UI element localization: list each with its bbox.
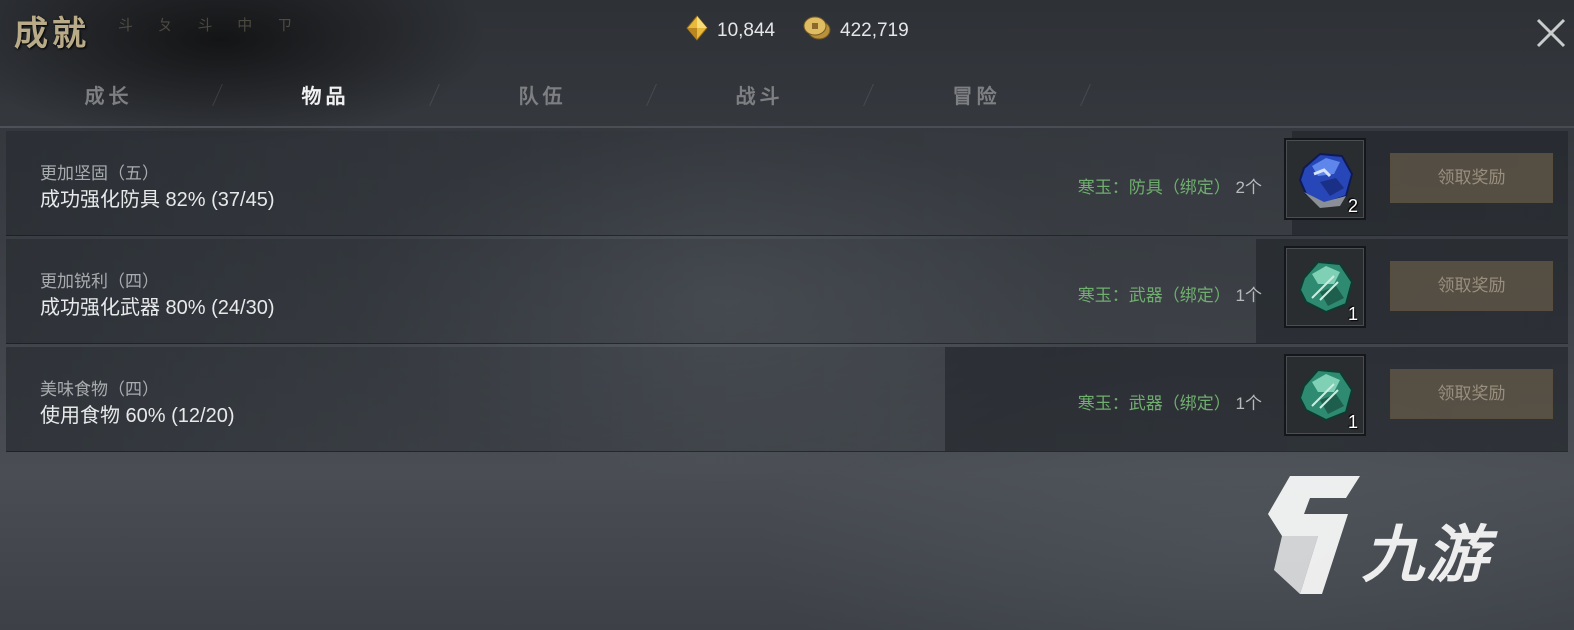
- reward-count: 1个: [1235, 394, 1262, 413]
- reward-label: 寒玉：防具（绑定） 2个: [1078, 173, 1262, 198]
- page-title: 成就: [14, 14, 90, 54]
- claim-reward-button[interactable]: 领取奖励: [1390, 369, 1553, 419]
- gold-amount: 10,844: [717, 20, 776, 41]
- watermark: 九游: [1264, 470, 1544, 600]
- tab-combat[interactable]: 战斗: [651, 70, 868, 122]
- gold-currency: 10,844: [686, 15, 776, 47]
- reward-item-slot[interactable]: 2: [1284, 138, 1366, 220]
- achievement-progress: 使用食物 60% (12/20): [40, 405, 235, 427]
- reward-name: 寒玉：武器（绑定）: [1077, 286, 1231, 305]
- achievement-row: 更加坚固（五） 成功强化防具 82% (37/45) 寒玉：防具（绑定） 2个 …: [6, 131, 1568, 236]
- coin-amount: 422,719: [840, 20, 909, 41]
- item-quantity: 2: [1347, 196, 1358, 216]
- achievement-row: 更加锐利（四） 成功强化武器 80% (24/30) 寒玉：武器（绑定） 1个 …: [6, 239, 1568, 344]
- gold-diamond-icon: [686, 15, 708, 47]
- item-quantity: 1: [1347, 412, 1358, 432]
- achievement-row: 美味食物（四） 使用食物 60% (12/20) 寒玉：武器（绑定） 1个 1 …: [6, 347, 1568, 452]
- title-decoration: 斗 ㄆ 斗 中 ㄗ: [118, 16, 303, 34]
- reward-label: 寒玉：武器（绑定） 1个: [1078, 389, 1262, 414]
- claim-reward-button[interactable]: 领取奖励: [1390, 261, 1553, 311]
- achievement-progress: 成功强化武器 80% (24/30): [40, 297, 275, 319]
- reward-count: 1个: [1235, 286, 1262, 305]
- tab-team[interactable]: 队伍: [434, 70, 651, 122]
- reward-label: 寒玉：武器（绑定） 1个: [1078, 281, 1262, 306]
- tab-divider: [0, 126, 1574, 128]
- coin-currency: 422,719: [803, 15, 909, 47]
- reward-item-slot[interactable]: 1: [1284, 354, 1366, 436]
- reward-item-slot[interactable]: 1: [1284, 246, 1366, 328]
- coin-icon: [803, 15, 831, 47]
- achievement-name: 更加坚固（五）: [40, 164, 159, 183]
- reward-count: 2个: [1235, 178, 1262, 197]
- reward-name: 寒玉：防具（绑定）: [1077, 178, 1231, 197]
- achievement-name: 更加锐利（四）: [40, 272, 159, 291]
- item-quantity: 1: [1347, 304, 1358, 324]
- tab-adventure[interactable]: 冒险: [868, 70, 1085, 122]
- close-icon: [1536, 18, 1566, 48]
- claim-reward-button[interactable]: 领取奖励: [1390, 153, 1553, 203]
- tab-items[interactable]: 物品: [217, 70, 434, 122]
- close-button[interactable]: [1534, 16, 1568, 50]
- category-tabs: 成长 物品 队伍 战斗 冒险: [0, 70, 1574, 122]
- reward-name: 寒玉：武器（绑定）: [1077, 394, 1231, 413]
- achievement-progress: 成功强化防具 82% (37/45): [40, 189, 275, 211]
- tab-growth[interactable]: 成长: [0, 70, 217, 122]
- achievement-name: 美味食物（四）: [40, 380, 159, 399]
- watermark-text: 九游: [1362, 518, 1491, 591]
